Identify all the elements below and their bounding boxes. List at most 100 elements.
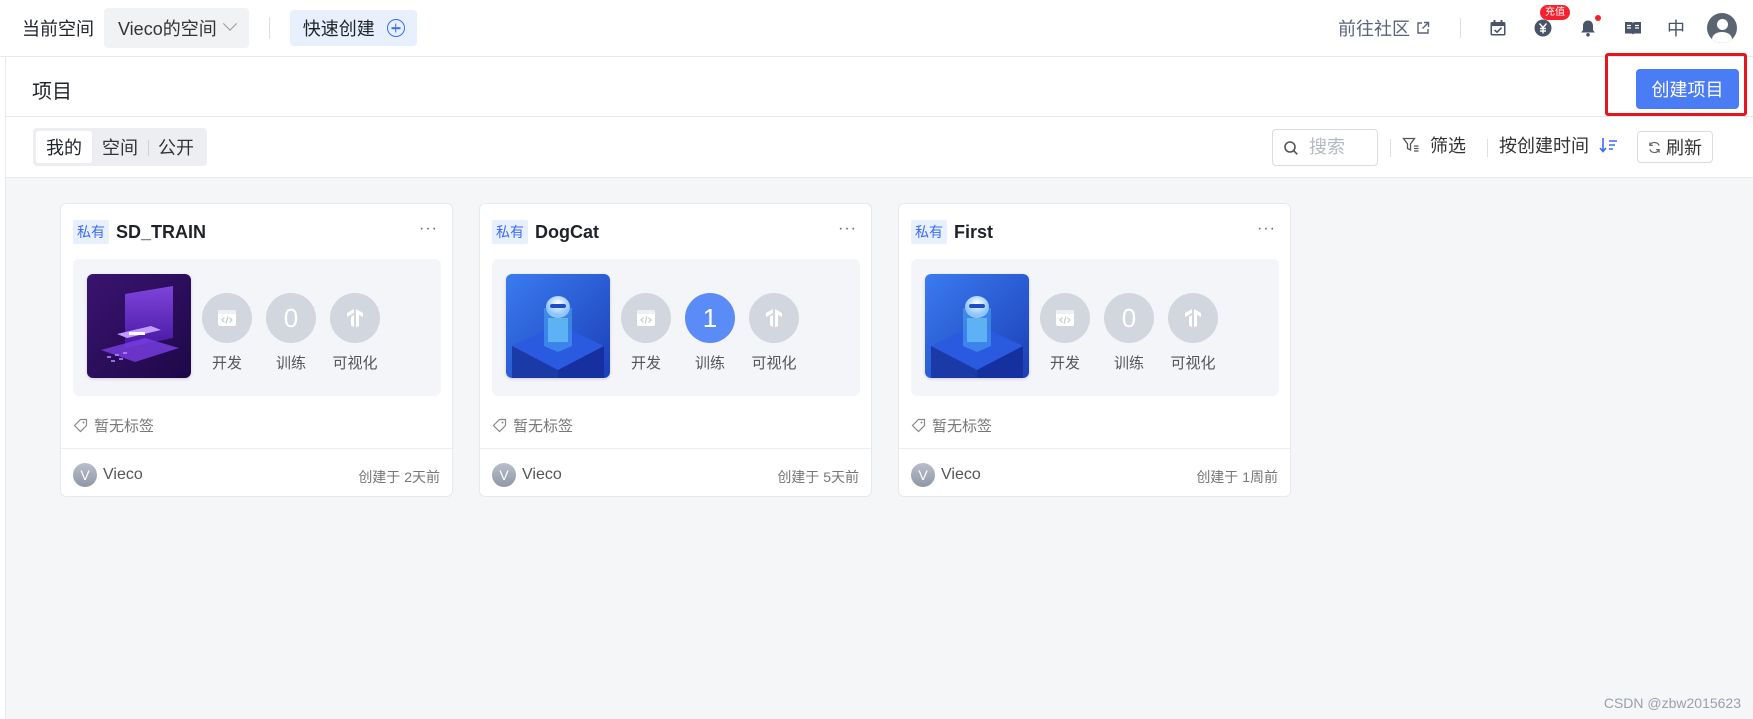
community-link[interactable]: 前往社区 [1338,15,1430,41]
more-options-icon[interactable]: ··· [838,220,857,238]
tensorboard-icon [330,293,380,343]
card-header: 私有 SD_TRAIN [73,220,206,244]
owner: V Vieco [73,463,143,487]
watermark: CSDN @zbw2015623 [1603,695,1741,711]
space-select[interactable]: Vieco的空间 [104,8,249,48]
community-label: 前往社区 [1338,19,1410,39]
owner-avatar: V [911,463,935,487]
tag-icon [492,418,507,433]
stat-train[interactable]: 0 训练 [261,293,321,373]
stat-train[interactable]: 1 训练 [680,293,740,373]
code-window-icon [1040,293,1090,343]
refresh-icon [1649,141,1660,153]
tags-row: 暂无标签 [911,415,992,436]
quick-create-button[interactable]: 快速创建 [289,10,417,46]
stat-develop[interactable]: 开发 [616,293,676,373]
created-time: 创建于 1周前 [1196,469,1278,485]
top-bar: 当前空间 Vieco的空间 快速创建 前往社区 充值 中 [0,0,1753,57]
visibility-tag: 私有 [73,220,109,244]
plus-circle-icon [386,19,405,37]
owner-name: Vieco [522,466,562,483]
search-icon [1284,140,1298,155]
owner-avatar: V [492,463,516,487]
project-thumbnail [87,274,191,378]
filter-button[interactable]: 筛选 [1402,132,1466,158]
visibility-tag: 私有 [492,220,528,244]
stat-develop[interactable]: 开发 [197,293,257,373]
visibility-tag: 私有 [911,220,947,244]
filter-icon [1402,137,1419,152]
stat-develop[interactable]: 开发 [1035,293,1095,373]
stat-label: 可视化 [1170,355,1216,372]
project-thumbnail [925,274,1029,378]
card-header: 私有 First [911,220,993,244]
tags-text: 暂无标签 [94,418,155,435]
current-space-label: 当前空间 [22,19,94,39]
filter-label: 筛选 [1430,136,1466,156]
stat-visualize[interactable]: 可视化 [744,293,804,373]
divider [268,17,270,39]
project-name[interactable]: DogCat [535,222,599,243]
stat-label: 开发 [1049,355,1080,372]
quick-create-label: 快速创建 [302,19,375,39]
sort-descending-icon [1599,138,1617,153]
top-right-actions: 前往社区 充值 中 [1338,0,1753,56]
project-card[interactable]: 私有 DogCat ··· 开发 1 训练 可视化 暂无标签 V Vieco 创… [479,203,872,497]
language-switch[interactable]: 中 [1667,15,1685,41]
calendar-button[interactable] [1487,17,1509,39]
card-panel: 开发 0 训练 可视化 [73,259,441,396]
tag-icon [73,418,88,433]
created-time: 创建于 2天前 [358,469,440,485]
created-time: 创建于 5天前 [777,469,859,485]
yuan-coin-icon [1534,19,1552,37]
refresh-button[interactable]: 刷新 [1637,131,1713,163]
train-count: 0 [266,293,316,343]
refresh-label: 刷新 [1666,138,1702,158]
search-input[interactable] [1309,137,1375,158]
recharge-badge: 充值 [1540,5,1570,20]
card-panel: 开发 1 训练 可视化 [492,259,860,396]
project-card[interactable]: 私有 SD_TRAIN ··· 开发 0 训练 可视化 暂无标签 V Vieco… [60,203,453,497]
tags-text: 暂无标签 [932,418,993,435]
divider [1390,139,1391,157]
scope-tabs: 我的 空间 公开 [33,128,207,166]
owner: V Vieco [911,463,981,487]
book-icon [1625,22,1641,35]
more-options-icon[interactable]: ··· [1257,220,1276,238]
project-thumbnail [506,274,610,378]
recharge-button[interactable]: 充值 [1532,5,1570,39]
card-panel: 开发 0 训练 可视化 [911,259,1279,396]
train-count: 0 [1104,293,1154,343]
user-avatar[interactable] [1707,13,1737,43]
tab-space[interactable]: 空间 [92,131,148,163]
divider [899,448,1290,449]
stat-visualize[interactable]: 可视化 [1163,293,1223,373]
divider [1487,139,1488,157]
owner-avatar: V [73,463,97,487]
tensorboard-icon [1168,293,1218,343]
more-options-icon[interactable]: ··· [419,220,438,238]
sort-button[interactable]: 按创建时间 [1499,132,1619,158]
divider [480,448,871,449]
owner-name: Vieco [941,466,981,483]
space-select-value: Vieco的空间 [118,19,217,39]
project-name[interactable]: SD_TRAIN [116,222,206,243]
project-name[interactable]: First [954,222,993,243]
stat-label: 训练 [275,355,306,372]
notification-dot [1595,15,1601,21]
docs-button[interactable] [1622,17,1644,39]
notifications-button[interactable] [1577,15,1601,39]
filter-toolbar: 我的 空间 公开 筛选 按创建时间 刷新 [6,117,1753,178]
stat-train[interactable]: 0 训练 [1099,293,1159,373]
external-link-icon [1417,21,1430,34]
tags-row: 暂无标签 [73,415,154,436]
stat-label: 开发 [211,355,242,372]
tab-mine[interactable]: 我的 [36,131,92,163]
project-card[interactable]: 私有 First ··· 开发 0 训练 可视化 暂无标签 V Vieco 创建… [898,203,1291,497]
stat-visualize[interactable]: 可视化 [325,293,385,373]
page-header: 项目 创建项目 [6,57,1753,117]
tab-public[interactable]: 公开 [148,131,204,163]
tags-text: 暂无标签 [513,418,574,435]
code-window-icon [621,293,671,343]
code-window-icon [202,293,252,343]
